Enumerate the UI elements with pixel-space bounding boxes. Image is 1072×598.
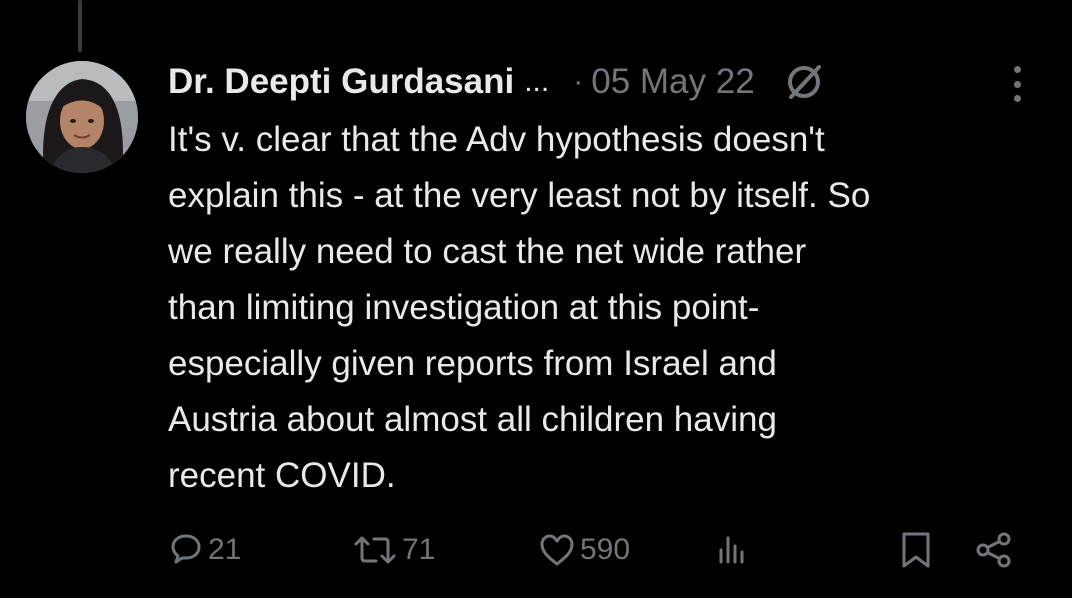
views-bar-chart-icon: [714, 532, 750, 568]
avatar-image: [26, 61, 138, 173]
tweet-text-line: explain this - at the very least not by …: [168, 176, 871, 215]
more-vertical-icon[interactable]: [1010, 66, 1024, 102]
tweet-text-line: we really need to cast the net wide rath…: [168, 232, 807, 271]
tweet-header: Dr. Deepti Gurdasani ... · 05 May 22: [168, 58, 1042, 106]
thread-connector-line: [78, 0, 82, 52]
tweet-text-line: Austria about almost all children having: [168, 400, 777, 439]
reply-button[interactable]: 21: [168, 526, 241, 574]
tweet-text: It's v. clear that the Adv hypothesis do…: [168, 112, 1048, 504]
name-truncation: ...: [524, 65, 550, 98]
bookmark-icon: [898, 530, 934, 570]
avatar[interactable]: [26, 61, 138, 173]
tweet-text-line: than limiting investigation at this poin…: [168, 288, 760, 327]
reply-bubble-icon: [168, 532, 204, 568]
bookmark-button[interactable]: [898, 526, 934, 574]
retweet-count: 71: [402, 533, 436, 566]
like-count: 590: [580, 533, 631, 566]
tweet-actions-bar: 21 71 590: [168, 526, 1028, 574]
reply-count: 21: [208, 533, 242, 566]
like-button[interactable]: 590: [538, 526, 630, 574]
share-icon: [974, 530, 1014, 570]
tweet-text-line: especially given reports from Israel and: [168, 344, 777, 383]
edited-slash-icon: [783, 61, 825, 103]
author-display-name[interactable]: Dr. Deepti Gurdasani: [168, 62, 514, 102]
share-button[interactable]: [974, 526, 1014, 574]
tweet-text-line: recent COVID.: [168, 456, 396, 495]
tweet-text-line: It's v. clear that the Adv hypothesis do…: [168, 120, 825, 159]
heart-icon: [538, 532, 576, 568]
retweet-icon: [352, 532, 398, 568]
tweet-timestamp[interactable]: 05 May 22: [591, 62, 754, 102]
meta-separator: ·: [573, 65, 584, 98]
views-button[interactable]: [714, 526, 750, 574]
retweet-button[interactable]: 71: [352, 526, 435, 574]
